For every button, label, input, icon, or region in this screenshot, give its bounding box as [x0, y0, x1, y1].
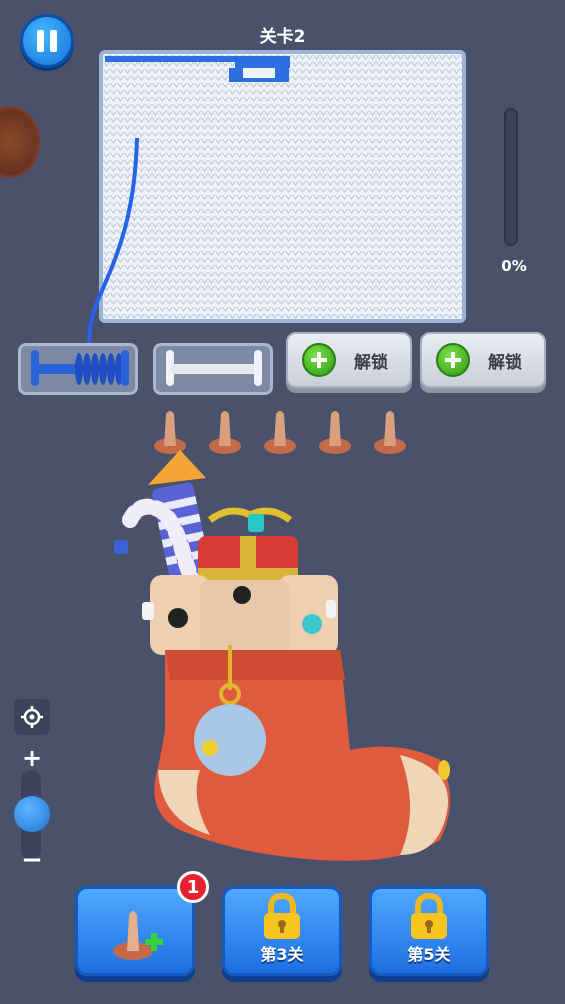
plus-icon [436, 343, 470, 377]
knit-pattern-board [99, 50, 466, 323]
empty-peg-icon[interactable] [152, 408, 188, 456]
unlock-label: 解锁 [354, 352, 388, 373]
lock-icon [264, 893, 300, 939]
treasure-chest-icon[interactable] [0, 106, 40, 178]
plus-icon [302, 343, 336, 377]
unlock-label: 解锁 [488, 352, 522, 373]
locked-booster-label: 第5关 [407, 945, 451, 964]
stocking-cuff[interactable] [142, 575, 338, 655]
level-title: 关卡2 [259, 27, 306, 47]
lock-icon [411, 893, 447, 939]
knit-grid [103, 54, 462, 319]
unlock-slot-button-1[interactable]: 解锁 [286, 332, 412, 388]
zoom-in-button[interactable]: + [18, 744, 46, 772]
progress-percent: 0% [501, 257, 527, 275]
unlock-slot-button-2[interactable]: 解锁 [420, 332, 546, 388]
empty-peg-icon[interactable] [372, 408, 408, 456]
white-spool-icon [166, 350, 262, 386]
locked-booster-label: 第3关 [260, 945, 304, 964]
christmas-stocking-model[interactable] [100, 450, 460, 870]
empty-peg-icon[interactable] [207, 408, 243, 456]
notification-badge: 1 [177, 871, 209, 903]
spool-slot-1[interactable] [18, 343, 138, 395]
blue-spool-icon [31, 350, 129, 386]
knitted-row [105, 56, 235, 62]
yarn-thread [87, 137, 139, 353]
add-peg-icon [113, 911, 163, 960]
recenter-button[interactable] [14, 699, 50, 735]
add-peg-button[interactable] [75, 886, 195, 976]
zoom-slider-knob[interactable] [14, 796, 50, 832]
locked-booster-button-2[interactable]: 第5关 [369, 886, 489, 976]
locked-booster-button-1[interactable]: 第3关 [222, 886, 342, 976]
zoom-out-button[interactable]: − [18, 845, 46, 875]
knitted-row [235, 56, 290, 68]
crosshair-icon [21, 706, 43, 728]
empty-peg-icon[interactable] [262, 408, 298, 456]
progress-bar [504, 108, 518, 246]
empty-peg-icon[interactable] [317, 408, 353, 456]
spool-slot-2[interactable] [153, 343, 273, 395]
